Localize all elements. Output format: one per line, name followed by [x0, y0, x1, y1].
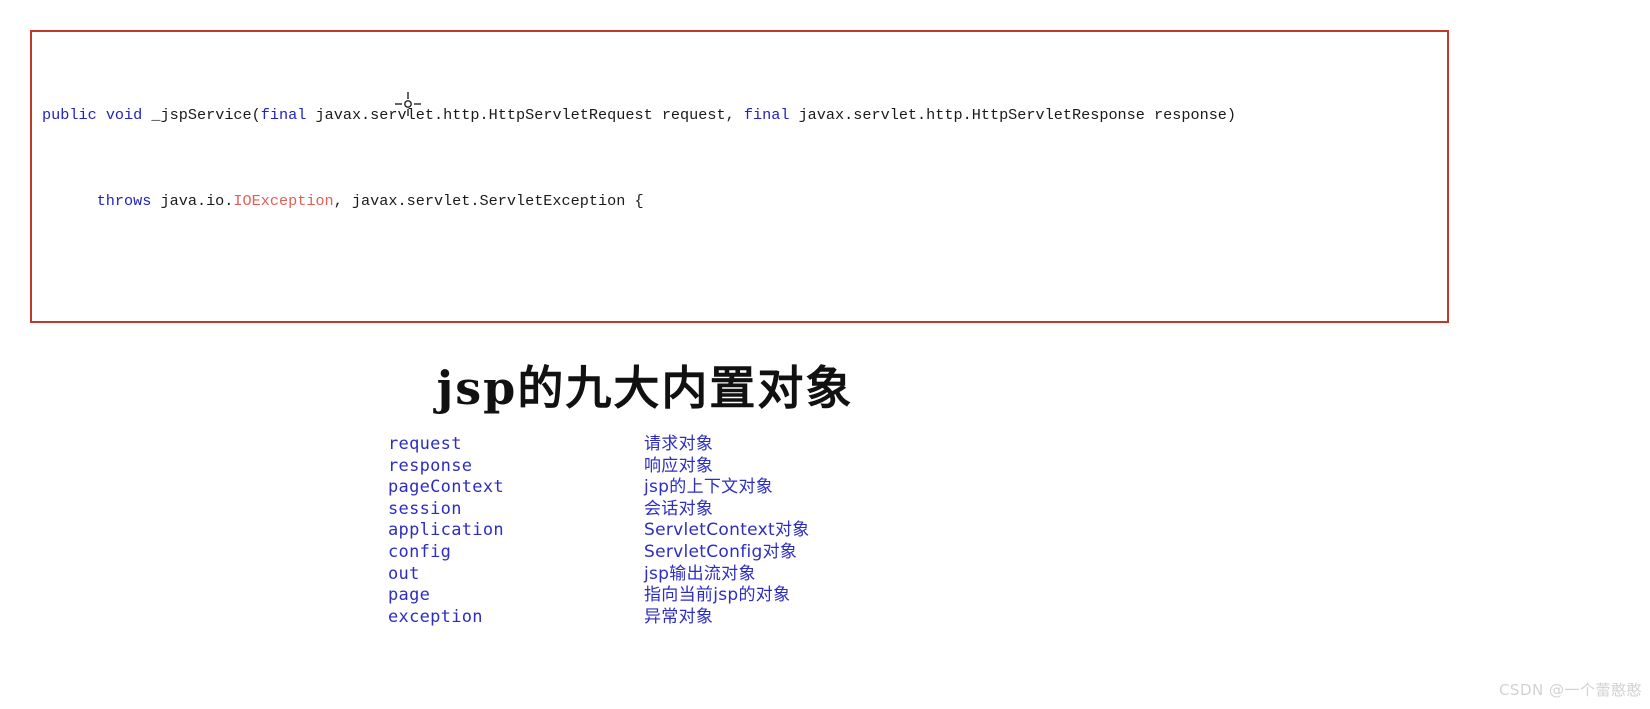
csdn-watermark: CSDN @一个蕾憨憨: [1498, 681, 1642, 699]
table-row: application ServletContext对象: [388, 520, 948, 542]
object-description: ServletConfig对象: [644, 541, 798, 562]
object-description: jsp输出流对象: [644, 563, 756, 584]
object-description: 会话对象: [644, 498, 714, 519]
table-row: exception 异常对象: [388, 607, 948, 629]
object-name: request: [388, 434, 462, 454]
object-description: ServletContext对象: [644, 520, 810, 541]
code-snippet-panel: public void _jspService(final javax.serv…: [30, 30, 1449, 323]
object-name: pageContext: [388, 477, 504, 498]
table-row: out jsp输出流对象: [388, 564, 948, 586]
table-row: response 响应对象: [388, 456, 948, 478]
page-title: jsp的九大内置对象: [0, 352, 1650, 418]
code-line: public void _jspService(final javax.serv…: [42, 105, 1237, 124]
object-name: application: [388, 520, 504, 541]
object-name: out: [388, 563, 420, 584]
object-name: page: [388, 585, 431, 606]
object-description: 指向当前jsp的对象: [644, 585, 791, 606]
object-description: jsp的上下文对象: [644, 477, 774, 498]
table-row: pageContext jsp的上下文对象: [388, 477, 948, 499]
table-row: request 请求对象: [388, 434, 948, 456]
table-row: config ServletConfig对象: [388, 542, 948, 564]
object-name: response: [388, 455, 473, 476]
implicit-objects-table: request 请求对象 response 响应对象 pageContext j…: [388, 434, 948, 628]
code-lines: public void _jspService(final javax.serv…: [32, 32, 1447, 321]
object-name: session: [388, 498, 462, 519]
object-description: 响应对象: [644, 455, 714, 476]
object-description: 异常对象: [644, 606, 714, 627]
object-name: config: [388, 541, 452, 562]
object-name: exception: [388, 606, 483, 627]
table-row: session 会话对象: [388, 499, 948, 521]
code-line: throws java.io.IOException, javax.servle…: [96, 191, 644, 210]
page-title-text: jsp的九大内置对象: [436, 361, 854, 415]
table-row: page 指向当前jsp的对象: [388, 585, 948, 607]
object-description: 请求对象: [644, 434, 714, 454]
